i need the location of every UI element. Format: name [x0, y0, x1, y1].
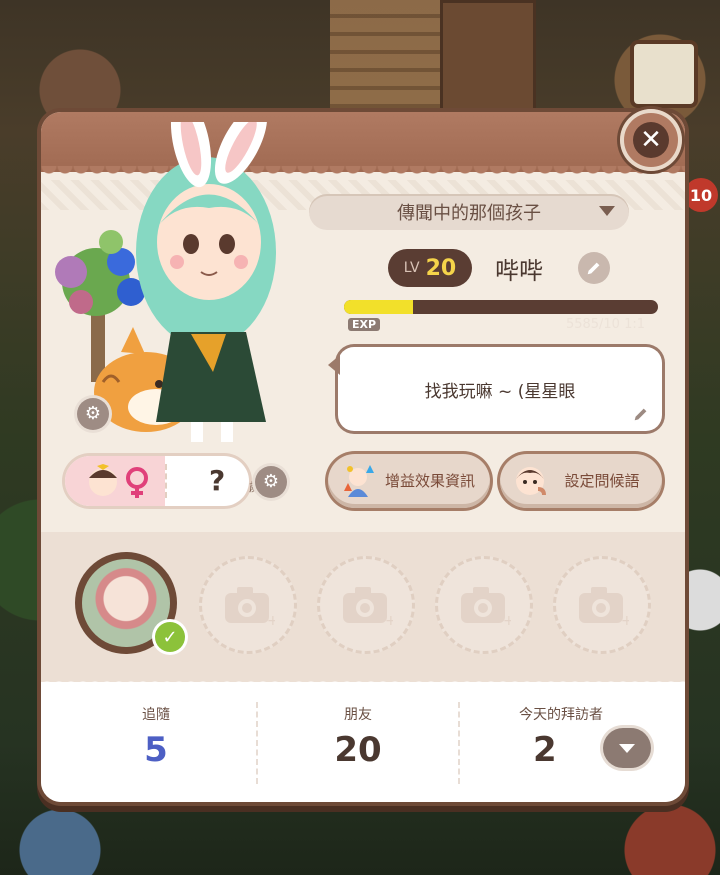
buff-info-button[interactable]: 增益效果資訊	[328, 454, 490, 508]
friends-label: 朋友	[344, 707, 372, 723]
gender-section	[65, 456, 165, 506]
status-message-text: 找我玩嘛 ~ (星星眼	[424, 382, 576, 402]
buff-icon	[344, 465, 374, 497]
photo-slot-add[interactable]: +	[199, 556, 297, 654]
close-icon: ✕	[633, 122, 669, 158]
set-greeting-label: 設定問候語	[564, 471, 640, 490]
exp-label: EXP	[348, 318, 381, 331]
svg-text:+: +	[385, 613, 393, 627]
greeting-icon	[516, 467, 546, 496]
pencil-icon	[587, 262, 600, 275]
background-notice-board	[630, 40, 698, 108]
camera-icon: +	[225, 587, 275, 627]
camera-icon: +	[343, 587, 393, 627]
character-illustration	[41, 112, 321, 458]
gender-age-settings-button[interactable]: ⚙	[255, 466, 287, 498]
pencil-icon	[634, 408, 647, 421]
photo-album-row: ✓ + + + +	[41, 532, 685, 682]
profile-panel: ⚙ 傳聞中的那個孩子 LV 20 哔哔 EXP 5585/10 1:1 找我玩嘛…	[41, 112, 685, 802]
svg-text:+: +	[267, 613, 275, 627]
photo-slot-add[interactable]: +	[553, 556, 651, 654]
camera-icon: +	[579, 587, 629, 627]
buff-info-label: 增益效果資訊	[384, 471, 475, 490]
age-unknown: ?	[209, 464, 226, 497]
gender-age-pill: ? 歲	[65, 456, 261, 506]
svg-text:+: +	[621, 613, 629, 627]
edit-nickname-button[interactable]	[578, 252, 610, 284]
followers-value: 5	[144, 730, 168, 770]
followers-label: 追隨	[142, 707, 170, 723]
notification-badge: 10	[684, 178, 718, 212]
level-prefix: LV	[403, 260, 420, 276]
exp-bar-fill	[344, 300, 414, 314]
photo-slot-add[interactable]: +	[435, 556, 533, 654]
check-icon: ✓	[155, 622, 185, 652]
background-staircase	[330, 0, 450, 110]
title-dropdown[interactable]: 傳聞中的那個孩子	[309, 194, 629, 230]
svg-text:+: +	[503, 613, 511, 627]
followers-stat[interactable]: 追隨 5	[101, 704, 211, 770]
character-settings-button[interactable]: ⚙	[77, 398, 109, 430]
visitors-label: 今天的拜訪者	[519, 707, 603, 723]
title-dropdown-text: 傳聞中的那個孩子	[397, 203, 541, 224]
chevron-down-icon	[619, 743, 635, 753]
background-shelf	[440, 0, 536, 116]
close-button[interactable]: ✕	[620, 109, 682, 171]
exp-count: 5585/10 1:1	[565, 317, 645, 332]
friends-value: 20	[334, 730, 382, 770]
level-badge: LV 20	[388, 249, 472, 287]
level-value: 20	[425, 255, 457, 281]
status-message-bubble[interactable]: 找我玩嘛 ~ (星星眼	[328, 347, 662, 431]
gear-icon: ⚙	[262, 471, 280, 492]
chevron-down-icon	[599, 206, 615, 216]
friends-stat[interactable]: 朋友 20	[303, 704, 413, 770]
profile-photo[interactable]: ✓	[75, 552, 185, 654]
photo-slot-add[interactable]: +	[317, 556, 415, 654]
gear-icon: ⚙	[84, 403, 102, 424]
camera-icon: +	[461, 587, 511, 627]
set-greeting-button[interactable]: 設定問候語	[500, 454, 662, 508]
exp-bar	[344, 300, 658, 314]
social-stats: 追隨 5 朋友 20 今天的拜訪者 2	[41, 676, 685, 802]
player-nickname: 哔哔	[495, 257, 543, 285]
visitors-expand-button[interactable]	[603, 728, 651, 768]
